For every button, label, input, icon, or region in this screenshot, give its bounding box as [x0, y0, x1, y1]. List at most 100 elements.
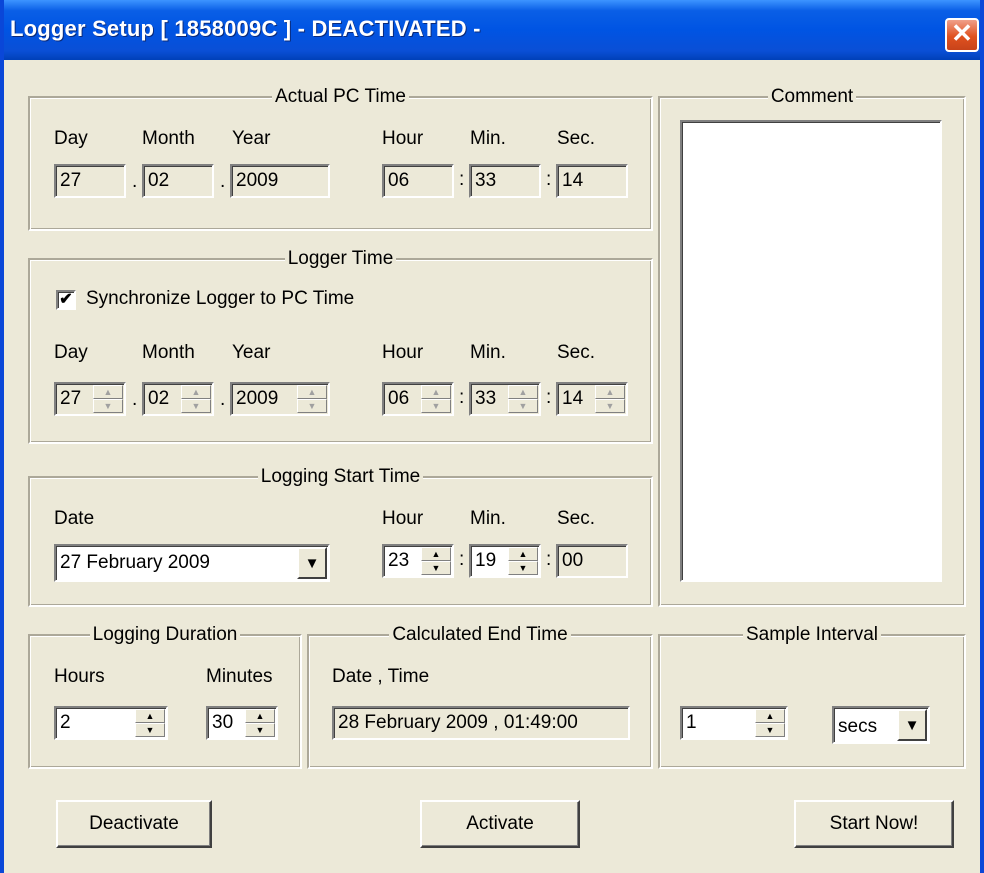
logger-sec-spinbox[interactable]: 14 ▲ ▼ [556, 382, 628, 416]
label-date-time: Date , Time [332, 666, 430, 687]
spin-up-arrow-icon[interactable]: ▲ [421, 547, 451, 561]
sample-interval-spinbox[interactable]: 1 ▲ ▼ [680, 706, 788, 740]
label-minutes: Minutes [206, 666, 273, 687]
dropdown-arrow-icon[interactable]: ▼ [897, 709, 927, 741]
spin-up-arrow-icon[interactable]: ▲ [508, 547, 538, 561]
spin-down-arrow-icon[interactable]: ▼ [755, 723, 785, 737]
end-time-field: 28 February 2009 , 01:49:00 [332, 706, 630, 740]
start-now-button[interactable]: Start Now! [794, 800, 954, 848]
label-day: Day [54, 342, 88, 363]
group-legend-calculated-end-time: Calculated End Time [389, 624, 571, 645]
spin-down-arrow-icon: ▼ [297, 399, 327, 413]
spin-up-arrow-icon: ▲ [508, 385, 538, 399]
spin-up-arrow-icon: ▲ [421, 385, 451, 399]
label-sec: Sec. [557, 342, 596, 363]
comment-textarea[interactable] [680, 120, 942, 582]
sample-unit-value: secs [838, 716, 878, 737]
logger-hour-spinbox[interactable]: 06 ▲ ▼ [382, 382, 454, 416]
logger-month-value: 02 [148, 388, 170, 409]
window-title: Logger Setup [ 1858009C ] - DEACTIVATED … [10, 16, 481, 41]
dropdown-arrow-icon[interactable]: ▼ [297, 547, 327, 579]
spinner[interactable]: ▲ ▼ [421, 547, 451, 575]
label-hour: Hour [382, 508, 424, 529]
spin-down-arrow-icon: ▼ [93, 399, 123, 413]
separator-colon: : [546, 387, 552, 408]
label-date: Date [54, 508, 95, 529]
start-min-spinbox[interactable]: 19 ▲ ▼ [469, 544, 541, 578]
spin-down-arrow-icon[interactable]: ▼ [245, 723, 275, 737]
close-button[interactable]: ✕ [945, 18, 979, 52]
spin-up-arrow-icon: ▲ [181, 385, 211, 399]
spin-up-arrow-icon: ▲ [297, 385, 327, 399]
label-hours: Hours [54, 666, 105, 687]
spin-up-arrow-icon: ▲ [595, 385, 625, 399]
spinner: ▲ ▼ [421, 385, 451, 413]
label-month: Month [142, 128, 195, 149]
spin-down-arrow-icon[interactable]: ▼ [508, 561, 538, 575]
group-legend-logging-start-time: Logging Start Time [257, 466, 424, 487]
separator-dot: . [132, 389, 138, 410]
spin-up-arrow-icon: ▲ [93, 385, 123, 399]
label-year: Year [232, 128, 271, 149]
sample-interval-value: 1 [686, 712, 697, 733]
spin-up-arrow-icon[interactable]: ▲ [135, 709, 165, 723]
sync-checkbox[interactable]: ✔ [56, 290, 76, 310]
spin-up-arrow-icon[interactable]: ▲ [245, 709, 275, 723]
spinner[interactable]: ▲ ▼ [755, 709, 785, 737]
spinner: ▲ ▼ [93, 385, 123, 413]
group-calculated-end-time: Calculated End Time [307, 624, 653, 769]
spin-down-arrow-icon: ▼ [508, 399, 538, 413]
label-year: Year [232, 342, 271, 363]
start-hour-value: 23 [388, 550, 410, 571]
label-day: Day [54, 128, 88, 149]
spin-up-arrow-icon[interactable]: ▲ [755, 709, 785, 723]
logger-min-spinbox[interactable]: 33 ▲ ▼ [469, 382, 541, 416]
pc-month-field: 02 [142, 164, 214, 198]
title-bar[interactable]: Logger Setup [ 1858009C ] - DEACTIVATED … [4, 0, 980, 60]
logger-day-spinbox[interactable]: 27 ▲ ▼ [54, 382, 126, 416]
start-hour-spinbox[interactable]: 23 ▲ ▼ [382, 544, 454, 578]
separator-colon: : [546, 549, 552, 570]
start-date-value: 27 February 2009 [60, 552, 210, 573]
group-sample-interval: Sample Interval [658, 624, 966, 769]
separator-dot: . [220, 171, 226, 192]
pc-year-field: 2009 [230, 164, 330, 198]
separator-colon: : [459, 387, 465, 408]
spinner: ▲ ▼ [595, 385, 625, 413]
spin-down-arrow-icon: ▼ [421, 399, 451, 413]
label-min: Min. [470, 342, 506, 363]
group-legend-logging-duration: Logging Duration [89, 624, 241, 645]
duration-minutes-value: 30 [212, 712, 234, 733]
logger-year-spinbox[interactable]: 2009 ▲ ▼ [230, 382, 330, 416]
spinner: ▲ ▼ [297, 385, 327, 413]
label-hour: Hour [382, 128, 424, 149]
logger-hour-value: 06 [388, 388, 410, 409]
spinner: ▲ ▼ [181, 385, 211, 413]
spinner[interactable]: ▲ ▼ [245, 709, 275, 737]
spinner[interactable]: ▲ ▼ [135, 709, 165, 737]
duration-hours-value: 2 [60, 712, 71, 733]
sync-checkbox-label[interactable]: Synchronize Logger to PC Time [86, 288, 354, 310]
duration-hours-spinbox[interactable]: 2 ▲ ▼ [54, 706, 168, 740]
group-logging-start-time: Logging Start Time [28, 466, 653, 607]
label-min: Min. [470, 128, 506, 149]
group-logging-duration: Logging Duration [28, 624, 302, 769]
activate-button[interactable]: Activate [420, 800, 580, 848]
group-legend-logger-time: Logger Time [284, 248, 397, 269]
duration-minutes-spinbox[interactable]: 30 ▲ ▼ [206, 706, 278, 740]
spin-down-arrow-icon[interactable]: ▼ [135, 723, 165, 737]
label-hour: Hour [382, 342, 424, 363]
logger-year-value: 2009 [236, 388, 279, 409]
spinner[interactable]: ▲ ▼ [508, 547, 538, 575]
spin-down-arrow-icon[interactable]: ▼ [421, 561, 451, 575]
logger-month-spinbox[interactable]: 02 ▲ ▼ [142, 382, 214, 416]
separator-dot: . [220, 389, 226, 410]
separator-colon: : [459, 169, 465, 190]
start-date-dropdown[interactable]: 27 February 2009 ▼ [54, 544, 330, 582]
separator-colon: : [546, 169, 552, 190]
label-sec: Sec. [557, 128, 596, 149]
deactivate-button[interactable]: Deactivate [56, 800, 212, 848]
sample-unit-dropdown[interactable]: secs ▼ [832, 706, 930, 744]
pc-sec-field: 14 [556, 164, 628, 198]
separator-dot: . [132, 171, 138, 192]
